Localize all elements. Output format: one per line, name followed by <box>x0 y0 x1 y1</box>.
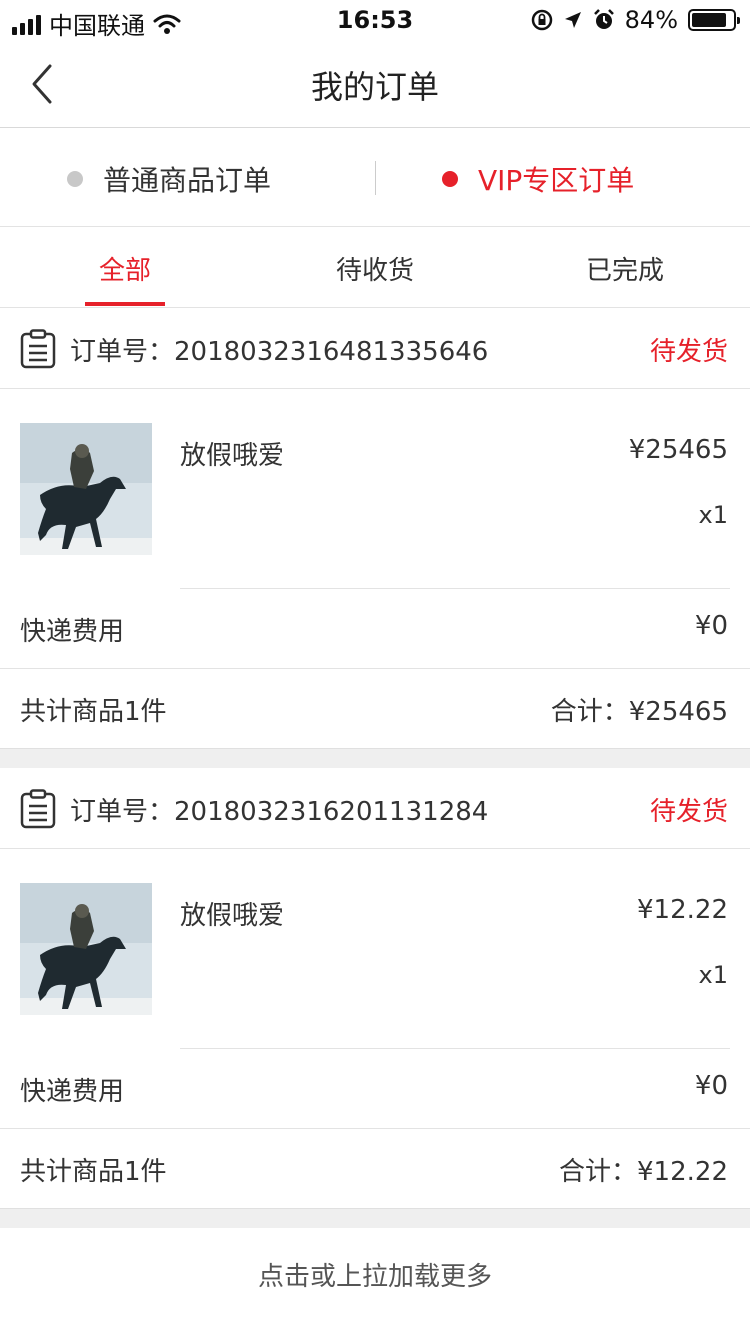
order-number-value: 2018032316201131284 <box>174 797 489 827</box>
product-quantity: x1 <box>698 501 728 529</box>
section-gap <box>0 1208 750 1228</box>
item-count: 共计商品1件 <box>20 1157 167 1187</box>
nav-bar: 我的订单 <box>0 40 750 128</box>
order-number-value: 2018032316481335646 <box>174 337 489 367</box>
item-count: 共计商品1件 <box>20 697 167 727</box>
shipping-fee-value: ¥0 <box>694 1071 728 1101</box>
product-quantity: x1 <box>698 961 728 989</box>
shipping-fee-row: 快递费用 ¥0 <box>0 589 750 669</box>
page-title: 我的订单 <box>310 68 439 106</box>
product-image <box>20 883 152 1015</box>
order-header: 订单号：2018032316201131284 待发货 <box>0 769 750 849</box>
category-normal-label: 普通商品订单 <box>103 164 272 197</box>
order-number: 订单号：2018032316201131284 <box>70 791 488 828</box>
order-total-row: 共计商品1件 合计：¥25465 <box>0 669 750 749</box>
active-dot-icon <box>442 171 458 187</box>
order-total-row: 共计商品1件 合计：¥12.22 <box>0 1129 750 1209</box>
order-tabs: 全部 待收货 已完成 <box>0 228 750 308</box>
battery-level <box>692 13 726 27</box>
product-image <box>20 423 152 555</box>
order-card[interactable]: 订单号：2018032316201131284 待发货 放假哦爱 ¥12.22 … <box>0 769 750 1209</box>
order-total: 合计：¥12.22 <box>559 1157 728 1187</box>
order-header: 订单号：2018032316481335646 待发货 <box>0 309 750 389</box>
order-total: 合计：¥25465 <box>550 697 728 727</box>
order-status: 待发货 <box>649 337 728 367</box>
order-number-label: 订单号： <box>70 797 175 827</box>
rotation-lock-icon <box>531 9 552 31</box>
tab-active-indicator <box>85 302 165 306</box>
tab-to-receive[interactable]: 待收货 <box>250 250 500 287</box>
battery-percent: 84% <box>624 6 678 34</box>
clipboard-icon <box>20 329 56 369</box>
alarm-icon <box>593 9 614 29</box>
category-normal-orders[interactable]: 普通商品订单 <box>67 159 271 199</box>
category-vip-label: VIP专区订单 <box>478 164 635 197</box>
order-number: 订单号：2018032316481335646 <box>70 331 488 368</box>
order-number-label: 订单号： <box>70 337 175 367</box>
tab-all[interactable]: 全部 <box>0 250 250 287</box>
category-vip-orders[interactable]: VIP专区订单 <box>442 159 634 199</box>
tab-completed[interactable]: 已完成 <box>500 250 750 287</box>
location-icon <box>564 12 581 28</box>
battery-icon <box>688 9 740 31</box>
shipping-fee-value: ¥0 <box>694 611 728 641</box>
shipping-fee-label: 快递费用 <box>20 617 125 647</box>
section-gap <box>0 748 750 768</box>
order-item[interactable]: 放假哦爱 ¥12.22 x1 <box>0 849 750 1049</box>
inactive-dot-icon <box>67 171 83 187</box>
order-category-switch: 普通商品订单 VIP专区订单 <box>0 129 750 227</box>
category-divider <box>375 161 376 195</box>
product-price: ¥12.22 <box>637 895 728 925</box>
clipboard-icon <box>20 789 56 829</box>
order-item[interactable]: 放假哦爱 ¥25465 x1 <box>0 389 750 589</box>
product-name: 放假哦爱 <box>180 441 285 471</box>
order-card[interactable]: 订单号：2018032316481335646 待发货 放假哦爱 ¥25465 … <box>0 309 750 749</box>
shipping-fee-row: 快递费用 ¥0 <box>0 1049 750 1129</box>
order-status: 待发货 <box>649 797 728 827</box>
load-more-button[interactable]: 点击或上拉加载更多 <box>0 1228 750 1334</box>
product-name: 放假哦爱 <box>180 901 285 931</box>
status-bar: 中国联通 16:53 84% <box>0 0 750 40</box>
shipping-fee-label: 快递费用 <box>20 1077 125 1107</box>
product-price: ¥25465 <box>628 435 728 465</box>
status-right: 84% <box>531 6 740 34</box>
